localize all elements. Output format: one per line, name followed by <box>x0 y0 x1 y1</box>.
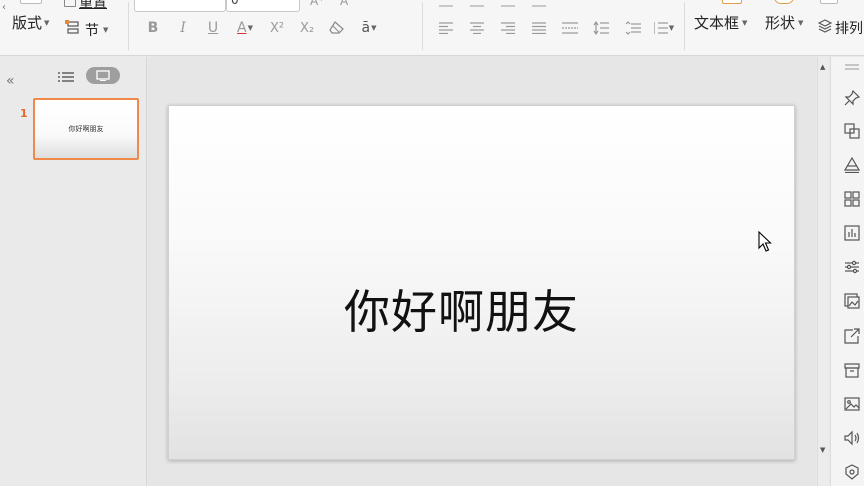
justify-icon[interactable] <box>523 18 554 38</box>
image-icon[interactable] <box>843 395 861 413</box>
align-center-icon[interactable] <box>461 18 492 38</box>
picture-gallery-icon[interactable] <box>843 292 861 310</box>
share-icon[interactable] <box>843 327 861 345</box>
picture-icon <box>820 0 838 4</box>
fill-icon[interactable] <box>843 156 861 174</box>
chevron-down-icon: ▼ <box>103 26 109 34</box>
layout-button[interactable]: 版式 ▼ <box>12 12 49 33</box>
slide-view-icon <box>96 66 110 85</box>
layout-icon <box>20 0 42 4</box>
slide-view-toggle[interactable] <box>86 67 120 84</box>
textbox-button[interactable]: 文本框 ▼ <box>694 12 747 33</box>
paragraph-buttons-row: ▼ <box>430 18 680 38</box>
reset-icon <box>64 0 76 7</box>
section-button[interactable]: 节 ▼ <box>64 20 108 40</box>
bullet-list-icon[interactable] <box>430 0 461 14</box>
align-left-icon[interactable] <box>430 18 461 38</box>
shield-icon[interactable] <box>843 463 861 481</box>
ribbon-scroll-left-icon[interactable]: ‹ <box>2 2 6 13</box>
slide-editing-area[interactable]: 你好啊朋友 <box>148 57 816 486</box>
outline-view-icon[interactable] <box>58 68 74 87</box>
rail-menu-icon[interactable] <box>845 63 859 73</box>
ribbon-toolbar: ‹ 版式 ▼ 重置 节 ▼ 0 A⁺ A⁻ B I U A ▼ X² X₂ ā … <box>0 0 864 56</box>
section-icon <box>64 20 82 40</box>
line-spacing-icon[interactable] <box>585 18 617 38</box>
slide-title-text[interactable]: 你好啊朋友 <box>169 276 754 342</box>
ribbon-divider <box>684 2 685 50</box>
slide-canvas[interactable]: 你好啊朋友 <box>168 105 795 460</box>
section-label: 节 <box>85 23 99 39</box>
arrange-icon <box>817 19 833 37</box>
paragraph-spacing-icon[interactable] <box>617 18 648 38</box>
ribbon-divider <box>128 2 129 50</box>
thumbnail-number: 1 <box>20 107 28 120</box>
right-tool-rail <box>830 57 864 486</box>
format-buttons-row: B I U A ▼ X² X₂ ā ▼ <box>138 18 386 38</box>
collapse-panel-icon[interactable]: « <box>6 73 15 89</box>
chevron-down-icon: ▼ <box>44 18 50 27</box>
font-size-value: 0 <box>231 0 239 7</box>
distributed-align-icon[interactable] <box>554 18 585 38</box>
ribbon-divider <box>422 2 423 50</box>
shape-swap-icon[interactable] <box>843 122 861 140</box>
chart-icon[interactable] <box>843 224 861 242</box>
reset-label: 重置 <box>79 0 107 11</box>
chevron-down-icon: ▼ <box>742 18 748 27</box>
archive-icon[interactable] <box>843 361 861 379</box>
shrink-font-icon[interactable]: A⁻ <box>340 0 355 8</box>
pinyin-icon: ā <box>361 20 371 36</box>
font-color-icon: A <box>237 20 247 36</box>
pin-icon[interactable] <box>843 89 861 107</box>
paragraph-top-row <box>430 0 554 14</box>
vertical-scrollbar[interactable]: ▲ ▼ <box>817 57 829 486</box>
font-color-button[interactable]: A ▼ <box>228 18 262 38</box>
underline-icon[interactable]: U <box>198 18 228 38</box>
font-name-input[interactable] <box>134 0 226 12</box>
arrange-label: 排列 <box>835 21 863 37</box>
shape-icon <box>774 0 794 4</box>
increase-indent-icon[interactable] <box>523 0 554 14</box>
chevron-down-icon: ▼ <box>798 18 804 27</box>
pinyin-button[interactable]: ā ▼ <box>352 18 386 38</box>
textbox-label: 文本框 <box>694 14 740 32</box>
align-right-icon[interactable] <box>492 18 523 38</box>
italic-icon[interactable]: I <box>168 18 198 38</box>
mouse-cursor-icon <box>758 231 772 252</box>
chevron-down-icon: ▼ <box>668 24 675 32</box>
slide-thumbnail[interactable]: 你好啊朋友 <box>33 98 139 160</box>
chevron-down-icon: ▼ <box>371 24 377 32</box>
text-direction-button[interactable]: ▼ <box>648 18 680 38</box>
shape-button[interactable]: 形状 ▼ <box>765 12 803 33</box>
slide-thumbnail-panel: « 1 你好啊朋友 <box>0 57 147 486</box>
chevron-down-icon: ▼ <box>247 24 253 32</box>
shape-label: 形状 <box>765 14 796 32</box>
font-size-input[interactable]: 0 <box>226 0 300 12</box>
scroll-up-icon[interactable]: ▲ <box>820 63 825 71</box>
arrange-button[interactable]: 排列 <box>817 18 863 38</box>
decrease-indent-icon[interactable] <box>492 0 523 14</box>
numbered-list-icon[interactable] <box>461 0 492 14</box>
bold-icon[interactable]: B <box>138 18 168 38</box>
scroll-down-icon[interactable]: ▼ <box>820 446 825 454</box>
textbox-icon <box>722 0 742 4</box>
thumbnail-text: 你好啊朋友 <box>68 125 104 133</box>
grow-font-icon[interactable]: A⁺ <box>310 0 325 8</box>
layout-icon[interactable] <box>843 190 861 208</box>
reset-button[interactable]: 重置 <box>64 0 107 12</box>
superscript-icon[interactable]: X² <box>262 18 292 38</box>
layout-label: 版式 <box>12 14 43 32</box>
sound-icon[interactable] <box>843 429 861 447</box>
subscript-icon[interactable]: X₂ <box>292 18 322 38</box>
clear-format-icon[interactable] <box>322 18 352 38</box>
settings-sliders-icon[interactable] <box>843 258 861 276</box>
